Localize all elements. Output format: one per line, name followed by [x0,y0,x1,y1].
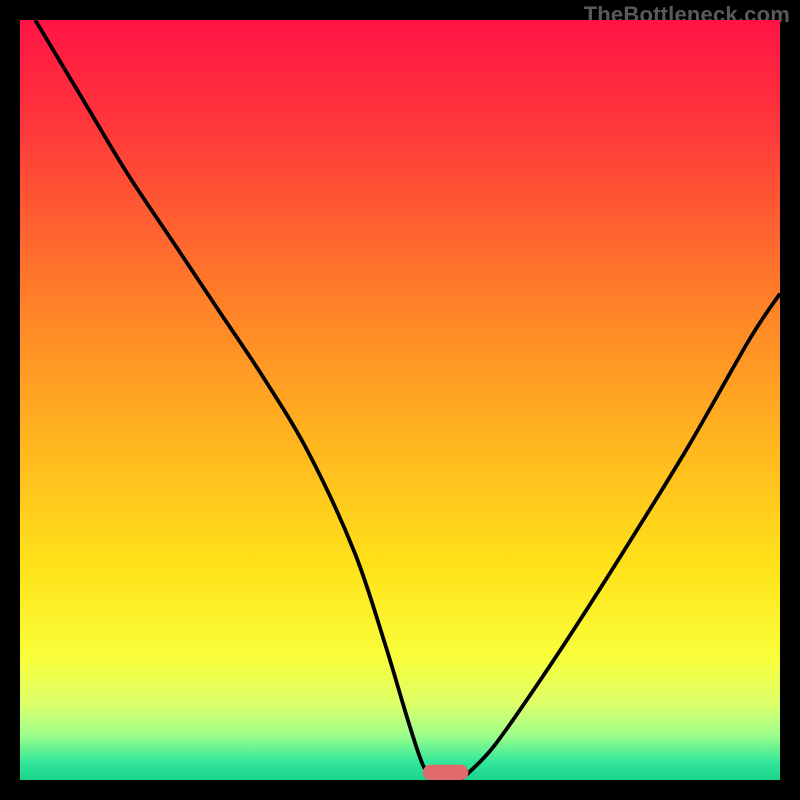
gradient-background [20,20,780,780]
bottleneck-plot [20,20,780,780]
chart-frame: TheBottleneck.com [0,0,800,800]
bottleneck-marker [423,765,469,780]
